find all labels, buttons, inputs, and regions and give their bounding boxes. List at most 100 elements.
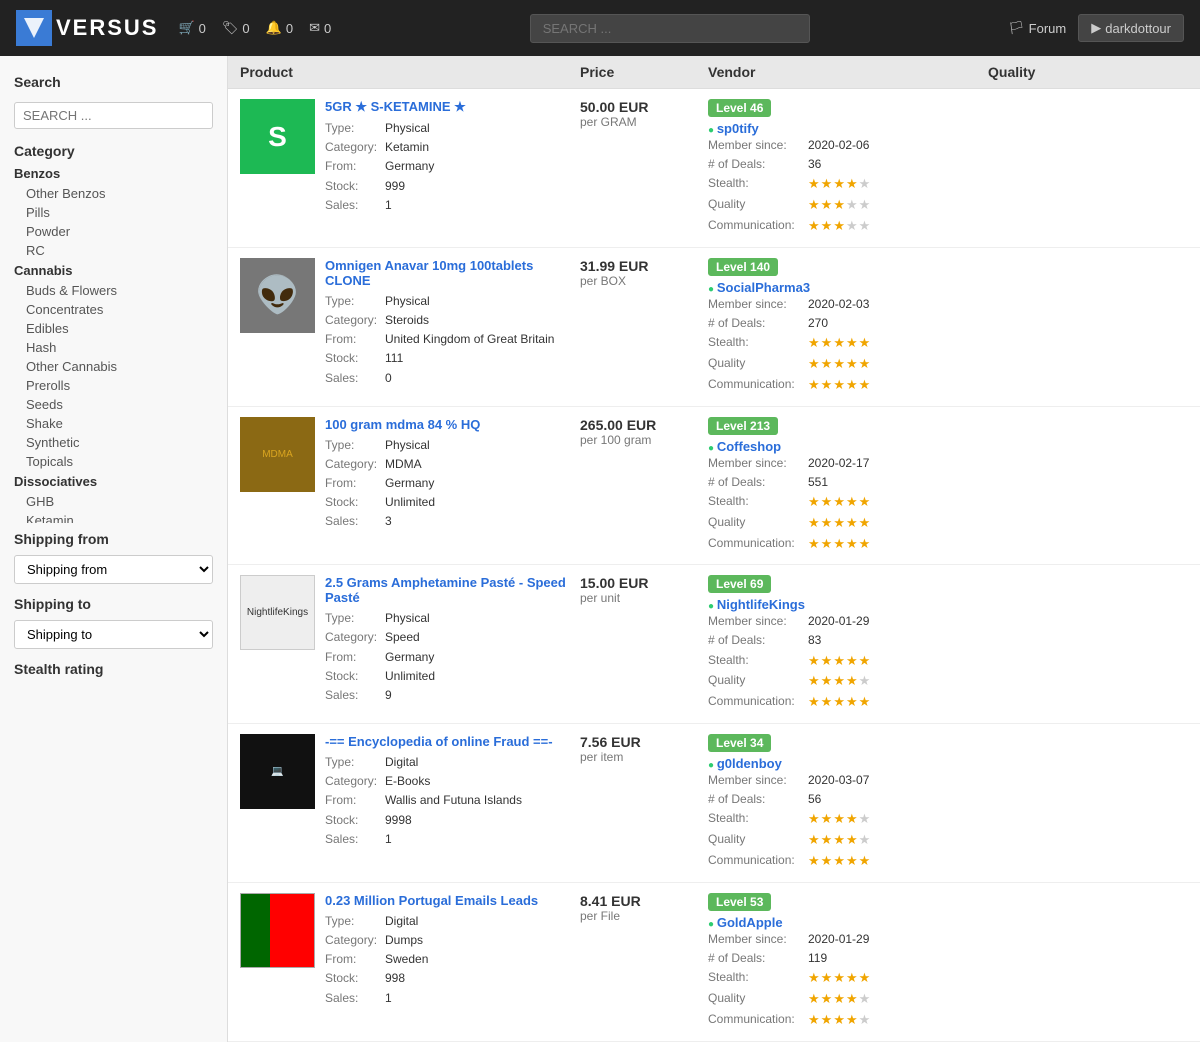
table-row: NightlifeKings 2.5 Grams Amphetamine Pas… (228, 565, 1200, 724)
shipping-to-title: Shipping to (0, 588, 227, 616)
vendor-cell-4: Level 34 g0ldenboy Member since: 2020-03… (708, 734, 988, 872)
vendor-name[interactable]: Coffeshop (708, 439, 781, 454)
stock-label: Stock: (325, 811, 385, 830)
header-search-input[interactable] (530, 14, 810, 43)
shipping-from-select[interactable]: Shipping from (14, 555, 213, 584)
price-unit: per 100 gram (580, 433, 708, 447)
category-item[interactable]: Buds & Flowers (0, 281, 227, 300)
category-item[interactable]: Ketamin (0, 511, 227, 523)
bell-icon-item[interactable]: 🔔 0 (266, 20, 293, 36)
product-title-3[interactable]: 2.5 Grams Amphetamine Pasté - Speed Past… (325, 575, 580, 605)
vendor-name[interactable]: GoldApple (708, 915, 783, 930)
category-section-title: Category (0, 135, 227, 163)
vendor-deals: # of Deals: 56 (708, 790, 988, 809)
comm-stars: ★★★★★ (808, 375, 871, 396)
content-area: Product Price Vendor Quality S 5GR ★ S-K… (228, 56, 1200, 1042)
price-cell-3: 15.00 EUR per unit (580, 575, 708, 605)
product-sales-row: Sales: 1 (325, 989, 580, 1008)
product-sales-row: Sales: 3 (325, 512, 580, 531)
from-value: United Kingdom of Great Britain (385, 330, 554, 349)
vendor-name[interactable]: SocialPharma3 (708, 280, 810, 295)
level-badge: Level 140 (708, 258, 778, 276)
vendor-quality: Quality ★★★★★ (708, 671, 988, 692)
type-value: Physical (385, 119, 430, 138)
product-from-row: From: United Kingdom of Great Britain (325, 330, 580, 349)
stock-label: Stock: (325, 177, 385, 196)
vendor-communication: Communication: ★★★★★ (708, 851, 988, 872)
product-title-1[interactable]: Omnigen Anavar 10mg 100tablets CLONE (325, 258, 580, 288)
product-cell-1: 👽 Omnigen Anavar 10mg 100tablets CLONE T… (240, 258, 580, 388)
category-item[interactable]: GHB (0, 492, 227, 511)
category-item[interactable]: Concentrates (0, 300, 227, 319)
category-item[interactable]: Shake (0, 414, 227, 433)
product-type-row: Type: Digital (325, 753, 580, 772)
category-item[interactable]: Other Cannabis (0, 357, 227, 376)
vendor-name[interactable]: NightlifeKings (708, 597, 805, 612)
vendor-cell-5: Level 53 GoldApple Member since: 2020-01… (708, 893, 988, 1031)
category-item[interactable]: Other Benzos (0, 184, 227, 203)
product-thumb-1: 👽 (240, 258, 315, 333)
product-title-0[interactable]: 5GR ★ S-KETAMINE ★ (325, 99, 580, 115)
vendor-stealth: Stealth: ★★★★★ (708, 651, 988, 672)
cart-icon-item[interactable]: 🛒 0 (178, 20, 205, 36)
category-item[interactable]: Synthetic (0, 433, 227, 452)
category-label: Category: (325, 628, 385, 647)
product-category-row: Category: MDMA (325, 455, 580, 474)
col-quality: Quality (988, 64, 1188, 80)
bell-count: 0 (286, 21, 293, 36)
from-label: From: (325, 474, 385, 493)
product-from-row: From: Germany (325, 648, 580, 667)
product-thumb-4: 💻 (240, 734, 315, 809)
vendor-quality: Quality ★★★★★ (708, 354, 988, 375)
shipping-from-select-wrapper: Shipping from (14, 555, 213, 584)
type-label: Type: (325, 436, 385, 455)
level-badge: Level 53 (708, 893, 771, 911)
category-item[interactable]: Seeds (0, 395, 227, 414)
price-unit: per GRAM (580, 115, 708, 129)
mail-icon-item[interactable]: ✉ 0 (309, 20, 331, 36)
vendor-member-since: Member since: 2020-02-17 (708, 454, 988, 473)
from-value: Germany (385, 474, 434, 493)
category-group-label[interactable]: Cannabis (0, 260, 227, 281)
sales-value: 1 (385, 989, 392, 1008)
price-unit: per File (580, 909, 708, 923)
category-group-label[interactable]: Benzos (0, 163, 227, 184)
vendor-stealth: Stealth: ★★★★★ (708, 968, 988, 989)
category-item[interactable]: Topicals (0, 452, 227, 471)
shipping-to-select[interactable]: Shipping to (14, 620, 213, 649)
category-item[interactable]: Prerolls (0, 376, 227, 395)
user-menu-button[interactable]: ▶ darkdottour (1078, 14, 1184, 42)
category-group-label[interactable]: Dissociatives (0, 471, 227, 492)
vendor-member-since: Member since: 2020-01-29 (708, 930, 988, 949)
from-label: From: (325, 791, 385, 810)
vendor-quality: Quality ★★★★★ (708, 989, 988, 1010)
sidebar-search-input[interactable] (14, 102, 213, 129)
category-item[interactable]: Hash (0, 338, 227, 357)
category-item[interactable]: Edibles (0, 319, 227, 338)
sales-value: 1 (385, 196, 392, 215)
product-title-5[interactable]: 0.23 Million Portugal Emails Leads (325, 893, 580, 908)
quality-stars: ★★★★★ (808, 671, 871, 692)
product-type-row: Type: Physical (325, 436, 580, 455)
level-badge: Level 34 (708, 734, 771, 752)
category-value: Dumps (385, 931, 423, 950)
category-item[interactable]: Pills (0, 203, 227, 222)
forum-button[interactable]: 🏳 Forum (1008, 20, 1066, 36)
price-cell-5: 8.41 EUR per File (580, 893, 708, 923)
quality-stars: ★★★★★ (808, 354, 871, 375)
stock-value: 9998 (385, 811, 412, 830)
category-item[interactable]: Powder (0, 222, 227, 241)
tags-icon-item[interactable]: 🏷 0 (222, 20, 250, 36)
type-label: Type: (325, 753, 385, 772)
category-item[interactable]: RC (0, 241, 227, 260)
product-title-2[interactable]: 100 gram mdma 84 % HQ (325, 417, 580, 432)
table-header: Product Price Vendor Quality (228, 56, 1200, 89)
price-cell-0: 50.00 EUR per GRAM (580, 99, 708, 129)
level-badge: Level 46 (708, 99, 771, 117)
price-amount: 7.56 EUR (580, 734, 708, 750)
category-value: Steroids (385, 311, 429, 330)
product-category-row: Category: E-Books (325, 772, 580, 791)
vendor-name[interactable]: sp0tify (708, 121, 759, 136)
product-category-row: Category: Speed (325, 628, 580, 647)
vendor-name[interactable]: g0ldenboy (708, 756, 782, 771)
